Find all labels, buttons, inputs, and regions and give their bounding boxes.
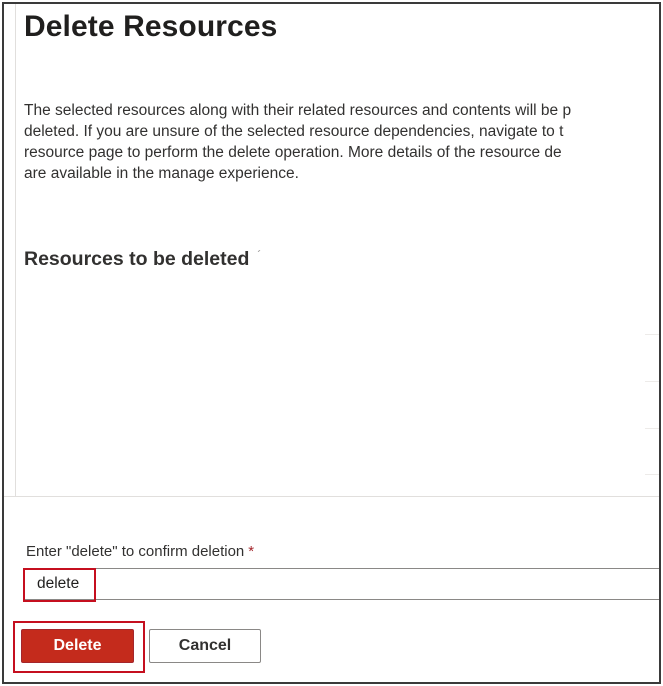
description-line: are available in the manage experience. bbox=[24, 165, 299, 182]
collapse-toggle-icon[interactable]: ´ bbox=[257, 248, 261, 262]
list-bottom-divider bbox=[4, 496, 659, 497]
list-row-divider bbox=[645, 381, 659, 382]
description-line: The selected resources along with their … bbox=[24, 102, 572, 119]
section-heading-label: Resources to be deleted bbox=[24, 248, 250, 270]
list-row-divider bbox=[645, 428, 659, 429]
page-title: Delete Resources bbox=[24, 10, 278, 43]
list-row-divider bbox=[645, 334, 659, 335]
cancel-button[interactable]: Cancel bbox=[149, 629, 261, 663]
description-text: The selected resources along with their … bbox=[24, 100, 659, 184]
delete-resources-dialog: Delete Resources The selected resources … bbox=[2, 2, 661, 684]
list-row-divider bbox=[645, 474, 659, 475]
delete-button[interactable]: Delete bbox=[21, 629, 134, 663]
resources-list bbox=[4, 286, 659, 498]
resources-section-heading[interactable]: Resources to be deleted ´ bbox=[24, 248, 261, 271]
confirm-field-label: Enter "delete" to confirm deletion * bbox=[26, 543, 254, 560]
confirm-label-text: Enter "delete" to confirm deletion bbox=[26, 543, 245, 560]
confirm-delete-input[interactable] bbox=[24, 568, 659, 600]
description-line: deleted. If you are unsure of the select… bbox=[24, 123, 564, 140]
required-marker: * bbox=[248, 543, 255, 560]
description-line: resource page to perform the delete oper… bbox=[24, 144, 562, 161]
